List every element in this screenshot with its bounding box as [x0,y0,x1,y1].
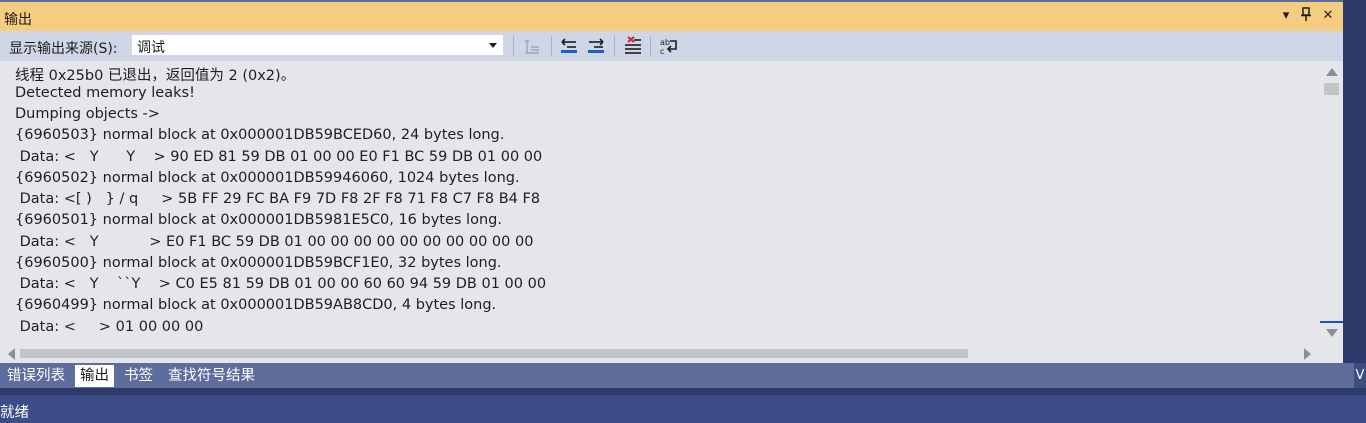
output-line: {6960499} normal block at 0x000001DB59AB… [15,297,497,313]
status-text: 就绪 [0,405,29,421]
output-line: Data: <[ ) } / q > 5B FF 29 FC BA F9 7D … [15,191,541,207]
close-icon[interactable]: ✕ [1320,7,1336,25]
output-line: {6960500} normal block at 0x000001DB59BC… [15,255,502,271]
previous-message-icon[interactable] [558,35,580,57]
tab-bookmarks[interactable]: 书签 [119,365,158,387]
output-line: {6960502} normal block at 0x000001DB5994… [15,170,520,186]
word-wrap-icon[interactable]: ab c [658,35,680,57]
scroll-up-icon[interactable] [1326,68,1338,76]
toolbar-separator [614,36,615,56]
output-line: Dumping objects -> [15,106,160,122]
vertical-scrollbar[interactable] [1320,61,1343,344]
next-message-icon[interactable] [585,35,607,57]
output-line: Data: < Y > E0 F1 BC 59 DB 01 00 00 00 0… [15,234,534,250]
source-select[interactable]: 调试 [131,34,504,56]
output-line: Detected memory leaks! [15,85,195,101]
scroll-right-icon[interactable] [1304,348,1311,360]
tab-error-list[interactable]: 错误列表 [2,365,70,387]
chevron-down-icon [489,43,497,48]
svg-text:ab: ab [660,38,670,47]
toolbar-separator [551,36,552,56]
caret-position-marker [1320,321,1343,323]
output-line: 线程 0x25b0 已退出，返回值为 2 (0x2)。 [15,68,296,84]
svg-text:c: c [660,47,664,56]
tab-find-symbol-results[interactable]: 查找符号结果 [163,365,260,387]
vertical-scroll-thumb[interactable] [1324,83,1339,95]
scroll-down-icon[interactable] [1326,329,1338,337]
horizontal-scroll-thumb[interactable] [20,349,968,358]
panel-title: 输出 [4,12,32,28]
scroll-left-icon[interactable] [8,348,15,360]
horizontal-scrollbar[interactable] [0,344,1320,363]
bottom-tab-bar: 错误列表 输出 书签 查找符号结果 V [0,363,1366,388]
source-label: 显示输出来源(S): [9,41,118,57]
find-message-in-code-icon[interactable] [521,35,543,57]
output-text-area[interactable]: 线程 0x25b0 已退出，返回值为 2 (0x2)。 Detected mem… [0,61,1320,344]
output-line: {6960503} normal block at 0x000001DB59BC… [15,127,505,143]
output-line: Data: < Y Y > 90 ED 81 59 DB 01 00 00 E0… [15,149,543,165]
title-bar: 输出 ▾ ✕ [0,0,1343,31]
toolbar-separator [650,36,651,56]
status-bar: 就绪 [0,395,1366,423]
pin-icon[interactable] [1298,7,1314,25]
toolbar-separator [513,36,514,56]
window-position-dropdown-icon[interactable]: ▾ [1278,7,1294,25]
clear-all-icon[interactable] [622,35,644,57]
source-select-value: 调试 [137,40,165,56]
right-edge-tab[interactable]: V [1354,363,1366,388]
output-line: Data: < Y ``Y > C0 E5 81 59 DB 01 00 00 … [15,276,547,292]
output-line: {6960501} normal block at 0x000001DB5981… [15,212,502,228]
output-panel: 输出 ▾ ✕ 显示输出来源(S): 调试 ab c 线程 0x25b0 已退出，返… [0,0,1343,363]
output-line: Data: < > 01 00 00 00 [15,319,204,335]
tab-output[interactable]: 输出 [75,365,114,387]
